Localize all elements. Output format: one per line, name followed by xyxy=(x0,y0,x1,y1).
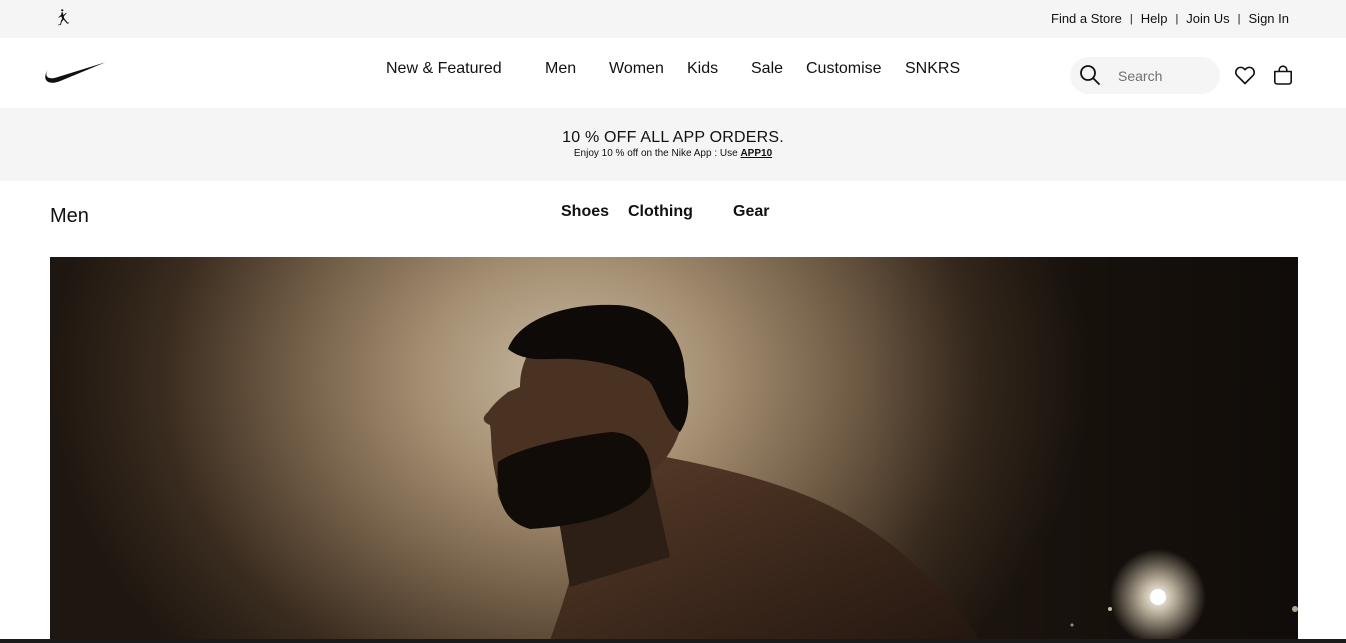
subnav-clothing[interactable]: Clothing xyxy=(628,203,693,221)
nav-snkrs[interactable]: SNKRS xyxy=(905,60,960,78)
search-box[interactable] xyxy=(1070,57,1220,94)
find-a-store-link[interactable]: Find a Store xyxy=(1051,11,1122,26)
join-us-link[interactable]: Join Us xyxy=(1186,11,1229,26)
hero-illustration xyxy=(483,257,1298,640)
search-input[interactable] xyxy=(1118,65,1210,86)
utility-links: Find a Store | Help | Join Us | Sign In xyxy=(1051,11,1289,26)
nav-women[interactable]: Women xyxy=(609,60,664,78)
nav-men[interactable]: Men xyxy=(545,60,576,78)
nav-kids[interactable]: Kids xyxy=(687,60,718,78)
subnav-gear[interactable]: Gear xyxy=(733,203,769,221)
hero-image[interactable] xyxy=(50,257,1298,640)
nav-new-featured[interactable]: New & Featured xyxy=(386,60,502,78)
promo-banner: 10 % OFF ALL APP ORDERS. Enjoy 10 % off … xyxy=(0,108,1346,181)
bottom-edge xyxy=(0,639,1346,643)
category-header: Men Shoes Clothing Gear xyxy=(0,181,1346,257)
subnav-shoes[interactable]: Shoes xyxy=(561,203,609,221)
main-header: New & Featured Men Women Kids Sale Custo… xyxy=(0,38,1346,108)
bag-icon[interactable] xyxy=(1271,63,1295,87)
promo-code[interactable]: APP10 xyxy=(740,148,772,159)
separator: | xyxy=(1237,12,1241,25)
sign-in-link[interactable]: Sign In xyxy=(1249,11,1289,26)
jordan-logo-icon[interactable] xyxy=(52,7,72,27)
promo-subtitle-text: Enjoy 10 % off on the Nike App : Use xyxy=(573,148,741,159)
separator: | xyxy=(1175,12,1179,25)
page-title: Men xyxy=(50,205,89,227)
promo-title: 10 % OFF ALL APP ORDERS. xyxy=(562,129,784,146)
nav-customise[interactable]: Customise xyxy=(806,60,882,78)
search-icon[interactable] xyxy=(1078,63,1102,87)
utility-bar: Find a Store | Help | Join Us | Sign In xyxy=(0,0,1346,38)
promo-subtitle: Enjoy 10 % off on the Nike App : Use APP… xyxy=(0,148,1346,159)
heart-icon[interactable] xyxy=(1233,63,1257,87)
nav-sale[interactable]: Sale xyxy=(751,60,783,78)
help-link[interactable]: Help xyxy=(1141,11,1168,26)
separator: | xyxy=(1129,12,1133,25)
